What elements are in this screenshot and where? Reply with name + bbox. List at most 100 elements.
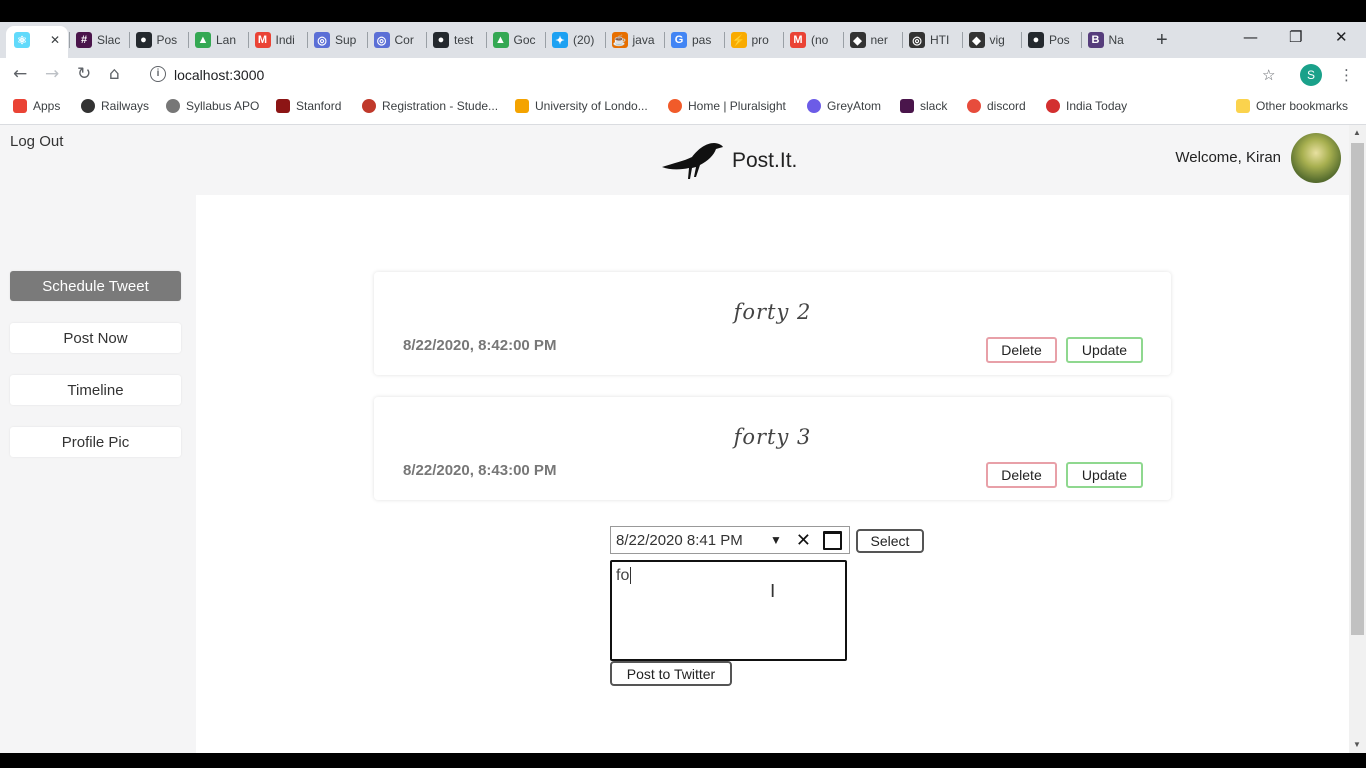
bookmark-label: University of Londo... — [535, 99, 648, 113]
tab-label: test — [454, 33, 474, 47]
tweet-textarea[interactable]: fo — [610, 560, 847, 661]
reload-icon[interactable]: ↻ — [77, 64, 91, 84]
bookmark-item[interactable]: Stanford — [276, 99, 341, 113]
tab-item[interactable]: ● Pos — [1028, 28, 1078, 52]
tab-item[interactable]: ☕ java — [611, 28, 662, 52]
scrollbar-thumb[interactable] — [1351, 143, 1364, 635]
chevron-down-icon[interactable]: ▼ — [770, 533, 782, 547]
tab-item[interactable]: ● test — [433, 28, 483, 52]
bookmark-label: discord — [987, 99, 1026, 113]
bookmark-favicon-icon — [1046, 99, 1060, 113]
tab-separator — [545, 32, 546, 48]
update-button[interactable]: Update — [1066, 462, 1143, 488]
sidebar-item-profile-pic[interactable]: Profile Pic — [10, 427, 181, 457]
new-tab-button[interactable]: + — [1156, 28, 1168, 52]
bookmark-item[interactable]: India Today — [1046, 99, 1127, 113]
cube-icon: ◆ — [968, 32, 985, 48]
tab-item[interactable]: ⚡ pro — [730, 28, 781, 52]
logout-link[interactable]: Log Out — [10, 133, 63, 150]
tab-separator — [1021, 32, 1022, 48]
other-bookmarks[interactable]: Other bookmarks — [1236, 99, 1348, 113]
sidebar-item-schedule-tweet[interactable]: Schedule Tweet — [10, 271, 181, 301]
bookmark-item[interactable]: slack — [900, 99, 947, 113]
apps-grid-icon — [13, 99, 27, 113]
delete-button[interactable]: Delete — [986, 462, 1057, 488]
back-icon[interactable]: ← — [13, 64, 27, 84]
github-icon: ● — [1028, 32, 1044, 48]
bookmark-favicon-icon — [515, 99, 529, 113]
profile-avatar[interactable]: S — [1300, 64, 1322, 86]
github-icon: ● — [135, 32, 152, 48]
minimize-icon[interactable]: — — [1243, 28, 1258, 46]
tab-item[interactable]: ▲ Lan — [195, 28, 245, 52]
address-bar[interactable]: localhost:3000 — [174, 67, 264, 83]
tab-label: Cor — [394, 33, 414, 47]
bookmark-item[interactable]: GreyAtom — [807, 99, 881, 113]
text-caret — [630, 567, 632, 584]
delete-button[interactable]: Delete — [986, 337, 1057, 363]
tab-item[interactable]: # Slac — [76, 28, 126, 52]
bookmark-item[interactable]: Syllabus APO — [166, 99, 259, 113]
sidebar-item-timeline[interactable]: Timeline — [10, 375, 181, 405]
bookmark-item[interactable]: Registration - Stude... — [362, 99, 498, 113]
calendar-icon[interactable] — [822, 530, 842, 550]
bookmark-favicon-icon — [967, 99, 981, 113]
bookmark-item[interactable]: Railways — [81, 99, 149, 113]
datetime-value[interactable]: 8/22/2020 8:41 PM — [616, 532, 766, 549]
post-to-twitter-button[interactable]: Post to Twitter — [610, 661, 732, 686]
tab-label: Goc — [513, 33, 536, 47]
tab-item[interactable]: ◎ Sup — [314, 28, 364, 52]
tab-separator — [664, 32, 665, 48]
tab-item[interactable]: M (no — [790, 28, 840, 52]
datetime-picker[interactable]: 8/22/2020 8:41 PM ▼ ✕ — [610, 526, 850, 554]
update-button[interactable]: Update — [1066, 337, 1143, 363]
bookmark-label: GreyAtom — [827, 99, 882, 113]
bookmark-label: slack — [920, 99, 948, 113]
restore-icon[interactable]: ❐ — [1289, 28, 1302, 46]
github-icon: ● — [433, 32, 449, 48]
scheduled-post-card: forty 3 8/22/2020, 8:43:00 PM Delete Upd… — [374, 397, 1171, 500]
os-top-bar — [0, 0, 1366, 22]
tab-item[interactable]: Gpas — [671, 28, 721, 52]
bookmark-item[interactable]: Home | Pluralsight — [668, 99, 786, 113]
menu-kebab-icon[interactable]: ⋮ — [1339, 66, 1354, 84]
drive-icon: ▲ — [195, 32, 211, 48]
brand-name: Post.It. — [732, 149, 798, 172]
scroll-down-icon[interactable]: ▼ — [1353, 740, 1361, 749]
tab-item[interactable]: ◎ Cor — [373, 28, 424, 52]
home-icon[interactable]: ⌂ — [109, 64, 120, 84]
bookmark-favicon-icon — [166, 99, 180, 113]
page: Log Out Post.It. Welcome, Kiran Schedule… — [0, 125, 1349, 753]
sidebar-item-post-now[interactable]: Post Now — [10, 323, 181, 353]
scroll-up-icon[interactable]: ▲ — [1353, 128, 1361, 137]
tab-item[interactable]: ▲ Goc — [492, 28, 543, 52]
tab-item[interactable]: B Na — [1087, 28, 1138, 52]
bookmark-label: Home | Pluralsight — [688, 99, 786, 113]
tab-item[interactable]: ● Pos — [135, 28, 186, 52]
tab-item[interactable]: ◎ HTI — [909, 28, 959, 52]
forward-icon[interactable]: → — [45, 64, 59, 84]
bookmark-item[interactable]: discord — [967, 99, 1026, 113]
tab-item[interactable]: ◆ vig — [968, 28, 1019, 52]
tab-label: Lan — [216, 33, 237, 47]
tab-item[interactable]: ◆ ner — [849, 28, 900, 52]
select-button[interactable]: Select — [856, 529, 924, 553]
tab-separator — [961, 32, 963, 48]
tab-item[interactable]: ✦ (20) — [552, 28, 602, 52]
site-info-icon[interactable]: i — [150, 66, 166, 82]
bookmark-favicon-icon — [362, 99, 376, 113]
cube-icon: ◆ — [849, 32, 866, 48]
brand: Post.It. — [660, 137, 797, 181]
bookmark-item[interactable]: University of Londo... — [515, 99, 648, 113]
close-window-icon[interactable]: ✕ — [1335, 28, 1348, 46]
bookmark-item[interactable]: Apps — [13, 99, 60, 113]
tab-item[interactable]: M Indi — [254, 28, 305, 52]
tab-label: (20) — [573, 33, 595, 47]
scheduled-post-card: forty 2 8/22/2020, 8:42:00 PM Delete Upd… — [374, 272, 1171, 375]
user-avatar[interactable] — [1291, 133, 1341, 183]
tab-active-item[interactable]: ⚛ ✕ — [14, 28, 62, 52]
bookmark-star-icon[interactable]: ☆ — [1262, 66, 1275, 84]
clear-icon[interactable]: ✕ — [796, 530, 811, 551]
close-tab-icon[interactable]: ✕ — [50, 33, 60, 47]
drive-icon: ▲ — [492, 32, 509, 48]
